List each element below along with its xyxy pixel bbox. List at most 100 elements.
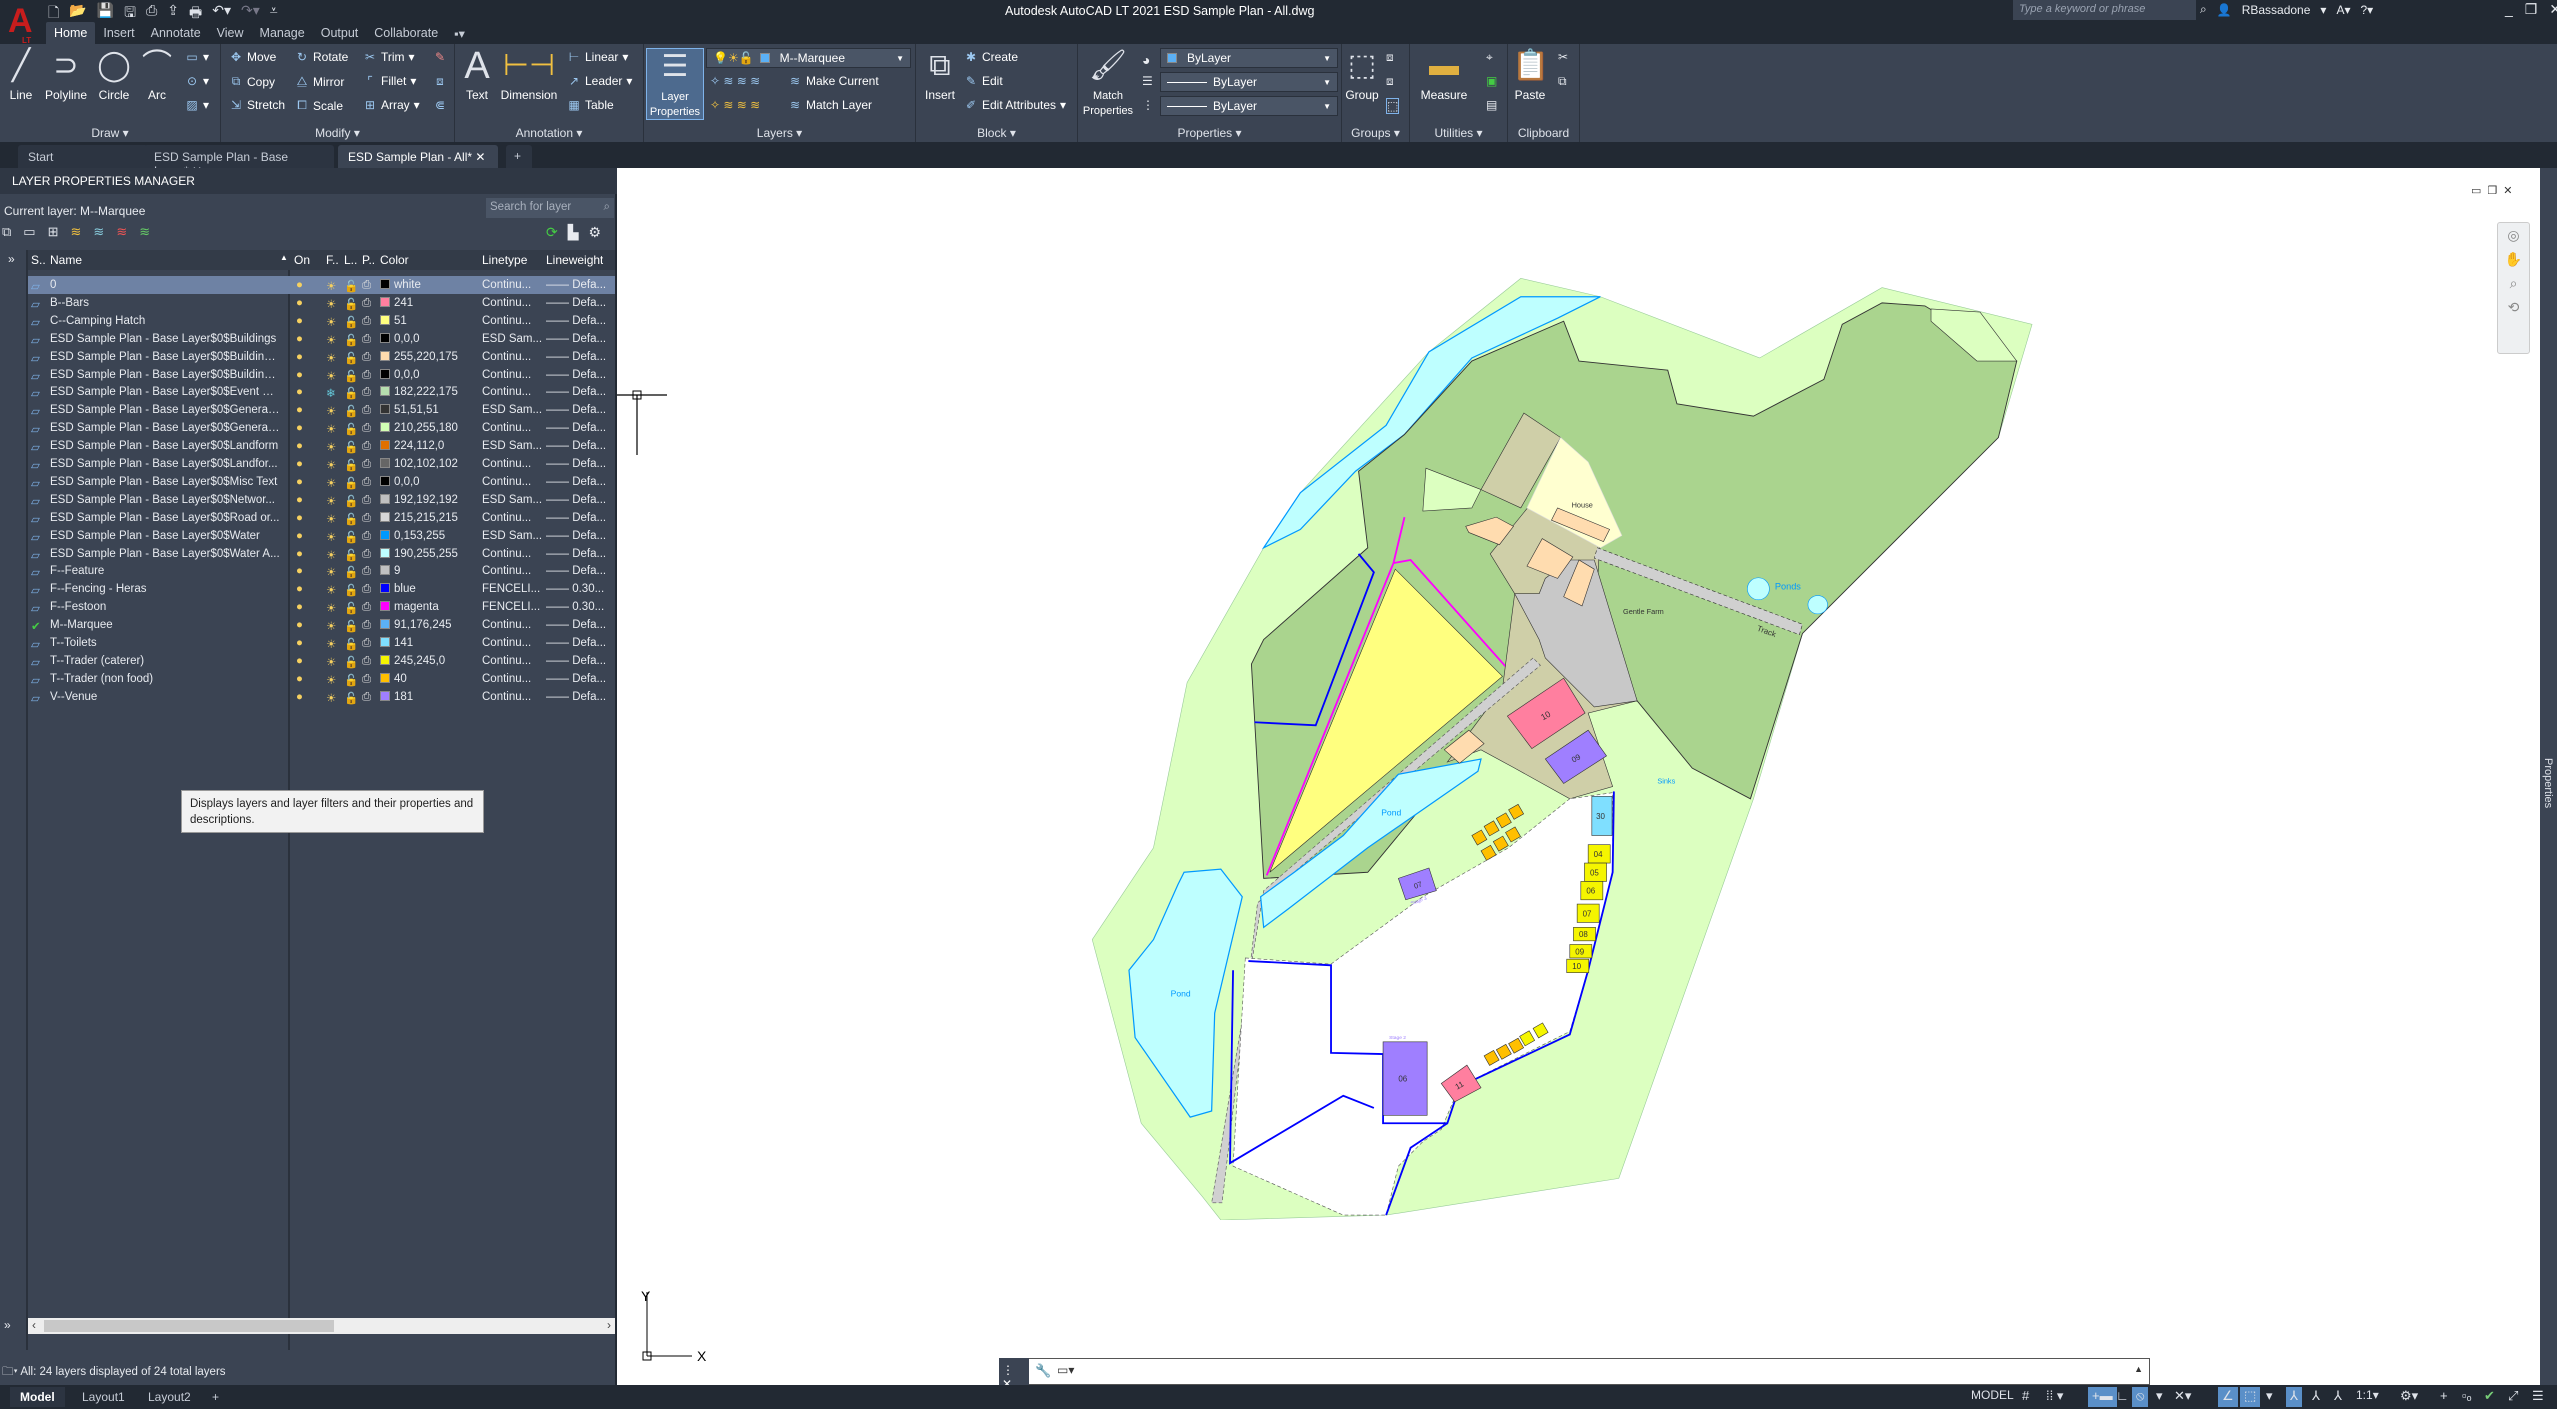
layer-linetype[interactable]: Continu... [482,619,531,631]
block-panel-title[interactable]: Block ▾ [916,126,1077,140]
new-property-filter-icon[interactable]: ⧉ [2,224,11,240]
edit-attributes-button[interactable]: ✐ Edit Attributes ▾ [964,98,1066,112]
layer-row[interactable]: ▱ C--Camping Hatch ● ☀ 🔓 ⎙ 51 Continu... —— Defa… [28,312,615,330]
layer-color[interactable]: 192,192,192 [380,493,458,506]
lightbulb-on-icon[interactable]: ● [296,440,303,452]
text-button[interactable]: A Text [461,47,493,102]
new-group-filter-icon[interactable]: ▭ [23,224,35,240]
layer-name[interactable]: ESD Sample Plan - Base Layer$0$Landform [50,440,280,452]
layer-color[interactable]: magenta [380,601,439,613]
help-icon[interactable]: ?▾ [2360,3,2373,17]
new-layer-icon[interactable]: ≋ [71,224,82,240]
lightbulb-on-icon[interactable]: ● [296,315,303,327]
layer-lineweight[interactable]: —— Defa... [546,440,606,452]
layer-name[interactable]: ESD Sample Plan - Base Layer$0$Landfor..… [50,458,280,470]
sun-thaw-icon[interactable]: ☀ [326,476,336,490]
printer-icon[interactable]: ⎙ [362,655,371,668]
sun-thaw-icon[interactable]: ☀ [326,333,336,347]
layer-row[interactable]: ▱ ESD Sample Plan - Base Layer$0$Road or.… [28,509,615,527]
delete-layer-icon[interactable]: ≋ [116,224,127,240]
match-layer-button[interactable]: ≋ Match Layer [788,98,872,112]
layer-row[interactable]: ▱ ESD Sample Plan - Base Layer$0$Landfor.… [28,455,615,473]
layer-linetype[interactable]: Continu... [482,655,531,667]
paste-button[interactable]: 📋 Paste [1512,48,1549,102]
osnap-dropdown-icon[interactable]: ▾ [2262,1387,2277,1407]
lightbulb-on-icon[interactable]: ● [296,548,303,560]
layer-row[interactable]: ▱ ESD Sample Plan - Base Layer$0$Building… [28,348,615,366]
layer-color[interactable]: 190,255,255 [380,547,458,560]
layer-color[interactable]: 224,112,0 [380,440,444,452]
grid-icon[interactable]: # [2018,1387,2033,1407]
doc-tab-start[interactable]: Start [18,145,148,168]
insert-button[interactable]: ⧉ Insert [920,48,960,102]
layer-row[interactable]: ▱ T--Trader (non food) ● ☀ 🔓 ⎙ 40 Continu... —— … [28,670,615,688]
drawing-canvas[interactable]: ▭ ❐ ✕ ◎ ✋ ⌕ ⟲ Y X 04 05 06 07 08 09 10 H… [617,168,2540,1385]
layers-panel-title[interactable]: Layers ▾ [644,126,915,140]
layer-lineweight[interactable]: —— Defa... [546,386,606,398]
lineweight-dropdown[interactable]: ByLayer ▼ [1160,72,1338,92]
filter-icon[interactable]: 🗀▾ [2,1366,18,1378]
layer-lineweight[interactable]: —— Defa... [546,315,606,327]
search-input[interactable]: Type a keyword or phrase [2013,0,2196,20]
layer-lineweight[interactable]: —— Defa... [546,476,606,488]
create-block-button[interactable]: ✱ Create [964,50,1018,64]
horizontal-scrollbar[interactable]: ‹ › [28,1318,615,1334]
printer-icon[interactable]: ⎙ [362,512,371,525]
search-icon[interactable]: ⌕ [2200,2,2207,17]
layer-lineweight[interactable]: —— Defa... [546,655,606,667]
unlock-icon[interactable]: 🔓 [344,369,358,383]
unlock-icon[interactable]: 🔓 [344,655,358,669]
recent-commands-icon[interactable]: ▭▾ [1057,1363,1074,1377]
layer-color[interactable]: 0,0,0 [380,332,420,345]
erase-button[interactable]: ✎ [433,50,447,64]
unlock-icon[interactable]: 🔓 [344,637,358,651]
layer-color[interactable]: 182,222,175 [380,386,458,398]
printer-icon[interactable]: ⎙ [362,297,371,310]
layer-lineweight[interactable]: —— Defa... [546,369,606,381]
sun-thaw-icon[interactable]: ☀ [326,422,336,436]
isometric-icon[interactable]: ✕▾ [2170,1387,2195,1407]
unlock-icon[interactable]: 🔓 [344,404,358,418]
set-current-icon[interactable]: ≋ [139,224,150,240]
layer-name[interactable]: C--Camping Hatch [50,315,280,327]
isolate-objects-icon[interactable]: ✔ [2480,1387,2499,1407]
command-history-icon[interactable]: ▲ [2134,1364,2143,1374]
scrollbar-thumb[interactable] [44,1320,334,1332]
lightbulb-on-icon[interactable]: ● [296,512,303,524]
auto-scale-icon[interactable]: ⅄ [2308,1387,2324,1407]
arc-button[interactable]: ⌒ Arc [140,48,174,102]
printer-icon[interactable]: ⎙ [362,279,371,292]
layer-row[interactable]: ▱ ESD Sample Plan - Base Layer$0$General.… [28,419,615,437]
unlock-icon[interactable]: 🔓 [344,458,358,472]
clean-screen-icon[interactable]: ⤢ [2504,1387,2522,1407]
unlock-icon[interactable]: 🔓 [344,351,358,365]
properties-side-label[interactable]: Properties [2542,758,2554,808]
rectangle-button[interactable]: ▭ ▾ [185,50,209,64]
layer-row[interactable]: ▱ ESD Sample Plan - Base Layer$0$General.… [28,401,615,419]
layer-color[interactable]: 141 [380,637,413,649]
layer-name[interactable]: T--Trader (caterer) [50,655,280,667]
sun-thaw-icon[interactable]: ☀ [326,512,336,526]
layer-color[interactable]: 215,215,215 [380,511,458,524]
ellipse-button[interactable]: ⊙ ▾ [185,74,209,88]
layer-linetype[interactable]: Continu... [482,369,531,381]
unlock-icon[interactable]: 🔓 [344,691,358,705]
layer-lineweight[interactable]: —— Defa... [546,548,606,560]
snowflake-icon[interactable]: ❄ [326,386,336,400]
layer-row[interactable]: ▱ 0 ● ☀ 🔓 ⎙ white Continu... —— Defa... [28,276,615,294]
lightbulb-on-icon[interactable]: ● [296,637,303,649]
tab-layout1[interactable]: Layout1 [72,1387,135,1407]
tab-model[interactable]: Model [10,1387,65,1407]
new-layout-button[interactable]: + [202,1387,229,1407]
lightbulb-on-icon[interactable]: ● [296,583,303,595]
layer-row[interactable]: ▱ ESD Sample Plan - Base Layer$0$Misc Tex… [28,473,615,491]
printer-icon[interactable]: ⎙ [362,351,371,364]
layer-name[interactable]: ESD Sample Plan - Base Layer$0$Building.… [50,369,280,381]
layer-lineweight[interactable]: —— Defa... [546,530,606,542]
sun-thaw-icon[interactable]: ☀ [326,530,336,544]
user-name[interactable]: RBassadone [2242,3,2311,17]
layer-linetype[interactable]: Continu... [482,279,531,291]
sun-thaw-icon[interactable]: ☀ [326,583,336,597]
printer-icon[interactable]: ⎙ [362,458,371,471]
layer-lineweight[interactable]: —— Defa... [546,458,606,470]
